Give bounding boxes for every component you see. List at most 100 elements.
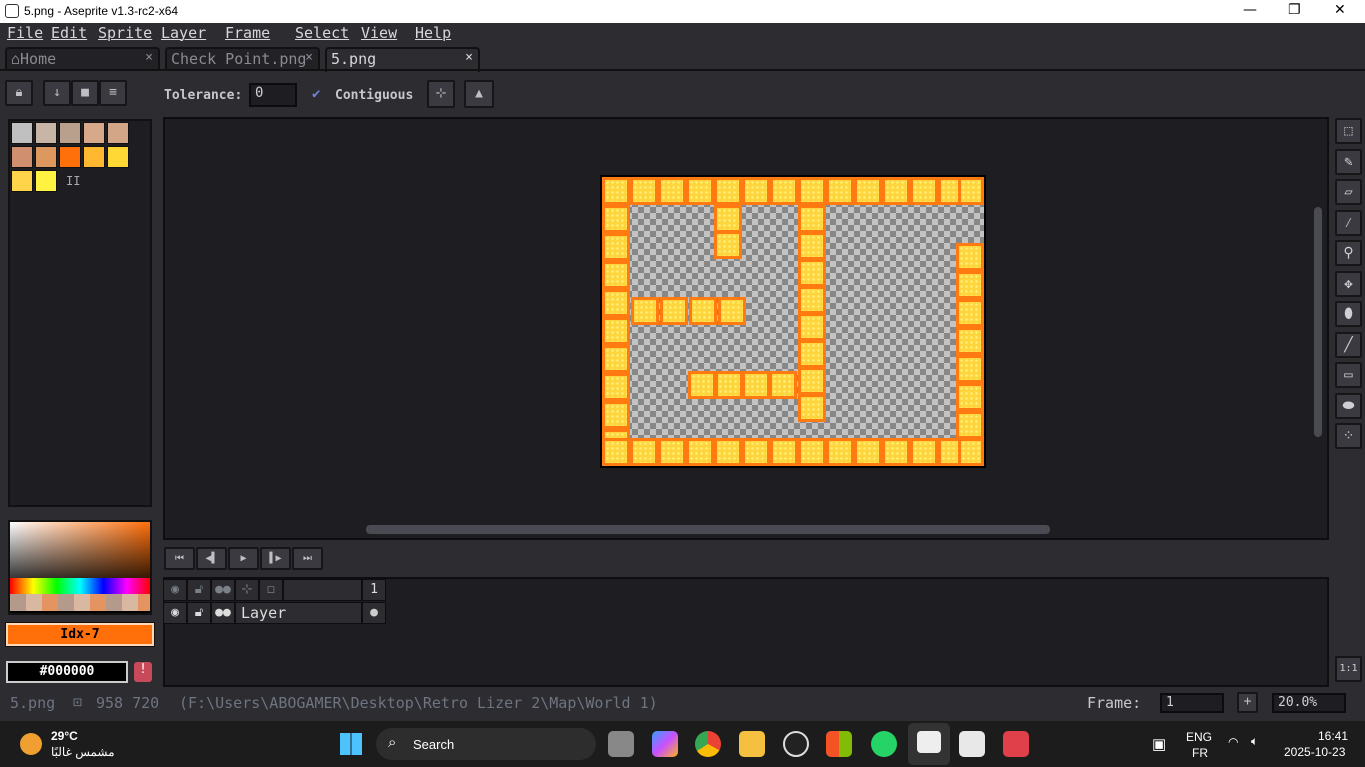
- file-explorer-icon[interactable]: [739, 731, 765, 757]
- paint-bucket-tool-icon[interactable]: ⬮: [1335, 301, 1362, 327]
- task-view-icon[interactable]: [608, 731, 634, 757]
- chrome-icon[interactable]: [695, 731, 721, 757]
- menu-layer[interactable]: Layer: [161, 24, 206, 42]
- tab-label: Check Point.png: [171, 50, 307, 68]
- lang-primary[interactable]: ENG: [1186, 730, 1212, 744]
- app-icon[interactable]: [783, 731, 809, 757]
- next-frame-button[interactable]: ▌▶: [260, 547, 291, 570]
- eraser-tool-icon[interactable]: ▱: [1335, 179, 1362, 205]
- rectangle-tool-icon[interactable]: ▭: [1335, 362, 1362, 388]
- palette-swatch[interactable]: [11, 146, 33, 168]
- warning-icon[interactable]: !: [134, 662, 152, 682]
- continuous-header-icon[interactable]: ●●: [211, 579, 235, 601]
- clock-date[interactable]: 2025-10-23: [1284, 745, 1345, 759]
- menu-edit[interactable]: Edit: [51, 24, 87, 42]
- cel-icon[interactable]: ●: [362, 602, 386, 624]
- pixel-connectivity-icon[interactable]: ⊹: [427, 80, 455, 108]
- store-icon[interactable]: [826, 731, 852, 757]
- last-frame-button[interactable]: ⏭: [292, 547, 323, 570]
- volume-icon[interactable]: 🔈︎: [1251, 734, 1258, 749]
- tab-close-icon[interactable]: ×: [465, 50, 473, 65]
- fg-color-index[interactable]: Idx-7: [5, 622, 155, 647]
- alpha-slider[interactable]: [10, 594, 150, 611]
- layer-name[interactable]: Layer: [235, 602, 362, 624]
- close-button[interactable]: ✕: [1334, 2, 1346, 18]
- palette-sort-icon[interactable]: ↓: [43, 80, 71, 106]
- fill-options-icon[interactable]: ▲: [464, 80, 494, 108]
- previous-frame-button[interactable]: ◀▌: [196, 547, 227, 570]
- frame-number[interactable]: 1: [362, 579, 386, 601]
- clock-time[interactable]: 16:41: [1318, 729, 1348, 743]
- search-label: Search: [413, 737, 455, 752]
- maximize-button[interactable]: ❐: [1288, 2, 1301, 18]
- palette-presets-icon[interactable]: ■: [71, 80, 99, 106]
- aseprite-taskbar-button[interactable]: [908, 723, 950, 765]
- weather-temp[interactable]: 29°C: [51, 729, 78, 743]
- palette-options-icon[interactable]: ≡: [99, 80, 127, 106]
- snipping-tool-icon[interactable]: [959, 731, 985, 757]
- palette-swatch[interactable]: [83, 122, 105, 144]
- frame-input[interactable]: 1: [1160, 693, 1224, 713]
- menu-file[interactable]: File: [7, 24, 43, 42]
- palette-swatch[interactable]: [35, 146, 57, 168]
- brave-icon[interactable]: [1003, 731, 1029, 757]
- battery-icon[interactable]: ▣: [1152, 735, 1166, 753]
- spray-tool-icon[interactable]: ⁘: [1335, 423, 1362, 449]
- palette-swatch[interactable]: [107, 122, 129, 144]
- palette-swatch[interactable]: [107, 146, 129, 168]
- home-icon: ⌂: [11, 50, 21, 68]
- palette-swatch[interactable]: [35, 122, 57, 144]
- line-tool-icon[interactable]: ╱: [1335, 331, 1362, 358]
- first-frame-button[interactable]: ⏮: [164, 547, 195, 570]
- visibility-icon[interactable]: ◉: [163, 602, 187, 624]
- move-tool-icon[interactable]: ✥: [1335, 270, 1362, 297]
- menu-sprite[interactable]: Sprite: [98, 24, 152, 42]
- hex-color-field[interactable]: #000000: [6, 661, 128, 683]
- zoom-input[interactable]: 20.0%: [1272, 693, 1346, 713]
- map-tile: [689, 297, 717, 325]
- copilot-icon[interactable]: [652, 731, 678, 757]
- lock-icon[interactable]: 🔓︎: [187, 602, 211, 624]
- weather-desc[interactable]: مشمس غالبًا: [51, 745, 115, 759]
- whatsapp-icon[interactable]: [871, 731, 897, 757]
- tab-close-icon[interactable]: ×: [305, 50, 313, 65]
- menu-view[interactable]: View: [361, 24, 397, 42]
- palette-swatch[interactable]: [59, 122, 81, 144]
- pencil-tool-icon[interactable]: ✎: [1335, 148, 1362, 175]
- palette-swatch[interactable]: [83, 146, 105, 168]
- hue-slider[interactable]: [10, 578, 150, 594]
- lock-icon[interactable]: 🔒︎: [5, 80, 33, 106]
- vertical-scrollbar[interactable]: [1314, 207, 1322, 437]
- lang-secondary[interactable]: FR: [1192, 746, 1208, 760]
- zoom-reset-button[interactable]: 1:1: [1335, 656, 1362, 682]
- menu-help[interactable]: Help: [415, 24, 451, 42]
- palette-swatch[interactable]: [59, 146, 81, 168]
- continuous-icon[interactable]: ●●: [211, 602, 235, 624]
- zoom-tool-icon[interactable]: ⚲: [1335, 240, 1362, 266]
- layer-options-icon[interactable]: ⊹: [235, 579, 259, 601]
- menu-frame[interactable]: Frame: [225, 24, 270, 42]
- blur-tool-icon[interactable]: ⬬: [1335, 392, 1362, 419]
- windows-start-icon[interactable]: [340, 733, 362, 755]
- weather-icon[interactable]: [20, 733, 42, 755]
- tab-check-point[interactable]: Check Point.png ×: [165, 47, 320, 70]
- search-box[interactable]: ⌕ Search: [376, 728, 596, 760]
- selection-tool-icon[interactable]: ⬚: [1335, 118, 1362, 144]
- onion-skin-icon[interactable]: ◻: [259, 579, 283, 601]
- horizontal-scrollbar[interactable]: [366, 525, 1050, 534]
- lock-header-icon[interactable]: 🔓︎: [187, 579, 211, 601]
- tab-close-icon[interactable]: ×: [145, 50, 153, 65]
- add-frame-button[interactable]: +: [1237, 692, 1258, 713]
- wifi-icon[interactable]: ◠: [1228, 735, 1238, 749]
- visibility-header-icon[interactable]: ◉: [163, 579, 187, 601]
- contiguous-checkbox[interactable]: ✔: [312, 86, 320, 102]
- palette-swatch[interactable]: [11, 122, 33, 144]
- palette-swatch[interactable]: [35, 170, 57, 192]
- eyedropper-tool-icon[interactable]: ⁄: [1335, 209, 1362, 236]
- tab-home[interactable]: ⌂Home ×: [5, 47, 160, 70]
- menu-select[interactable]: Select: [295, 24, 349, 42]
- play-button[interactable]: ▶: [228, 547, 259, 570]
- palette-swatch[interactable]: [11, 170, 33, 192]
- tolerance-input[interactable]: 0: [249, 83, 297, 107]
- minimize-button[interactable]: —: [1243, 2, 1257, 18]
